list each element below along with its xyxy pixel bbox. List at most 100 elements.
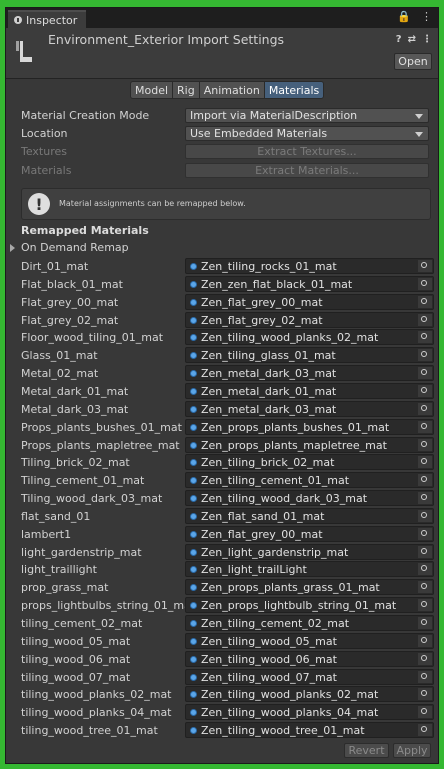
object-picker-icon[interactable] — [418, 634, 432, 647]
material-object-field[interactable]: Zen_props_plants_mapletree_mat — [185, 436, 434, 453]
material-asset-icon — [190, 405, 197, 413]
object-picker-icon[interactable] — [418, 367, 432, 380]
help-icon[interactable]: ? — [396, 34, 402, 45]
material-name: Flat_grey_02_mat — [21, 313, 119, 327]
object-picker-icon[interactable] — [418, 617, 432, 629]
material-object-field[interactable]: Zen_tiling_wood_planks_02_mat — [185, 686, 434, 703]
material-object-field[interactable]: Zen_tiling_cement_02_mat — [185, 615, 434, 631]
material-asset-icon — [190, 423, 197, 431]
material-creation-mode-dropdown[interactable]: Import via MaterialDescription — [185, 108, 429, 123]
material-row: flat_sand_01 Zen_flat_sand_01_mat — [21, 507, 438, 525]
material-row: props_lightbulbs_string_01_mat Zen_props_… — [21, 597, 438, 614]
object-picker-icon[interactable] — [418, 724, 432, 737]
material-row: lambert1 Zen_flat_grey_00_mat — [21, 525, 438, 543]
tab-rig[interactable]: Rig — [172, 81, 200, 99]
object-picker-icon[interactable] — [418, 563, 432, 576]
material-asset-icon — [190, 691, 197, 699]
on-demand-remap-foldout[interactable]: On Demand Remap — [10, 241, 129, 254]
material-asset-icon — [190, 334, 197, 342]
material-object-field[interactable]: Zen_metal_dark_01_mat — [185, 382, 434, 399]
material-object-field[interactable]: Zen_tiling_wood_06_mat — [185, 650, 434, 667]
object-picker-icon[interactable] — [418, 456, 432, 469]
object-picker-icon[interactable] — [418, 492, 432, 505]
object-picker-icon[interactable] — [418, 509, 432, 522]
material-object-field[interactable]: Zen_light_trailLight — [185, 561, 434, 578]
object-picker-icon[interactable] — [418, 688, 432, 701]
object-picker-icon[interactable] — [418, 420, 432, 433]
object-picker-icon[interactable] — [418, 313, 432, 326]
material-name: Props_plants_bushes_01_mat — [21, 420, 182, 434]
object-picker-icon[interactable] — [418, 581, 432, 594]
material-asset-icon — [190, 352, 197, 360]
material-name: Dirt_01_mat — [21, 260, 89, 273]
object-picker-icon[interactable] — [418, 349, 432, 362]
extract-materials-button[interactable]: Extract Materials... — [185, 163, 429, 178]
material-object-field[interactable]: Zen_metal_dark_03_mat — [185, 365, 434, 382]
material-object-field[interactable]: Zen_flat_grey_00_mat — [185, 525, 434, 542]
material-asset-icon — [190, 602, 197, 610]
material-object-field[interactable]: Zen_tiling_glass_01_mat — [185, 347, 434, 364]
object-picker-icon[interactable] — [418, 599, 432, 612]
menu-kebab-icon[interactable]: ⋮ — [422, 34, 432, 45]
lock-icon[interactable]: 🔒 — [397, 10, 411, 23]
material-row: light_traillight Zen_light_trailLight — [21, 561, 438, 578]
tab-materials[interactable]: Materials — [263, 81, 325, 99]
material-object-field[interactable]: Zen_tiling_rocks_01_mat — [185, 258, 434, 274]
material-object-field[interactable]: Zen_props_plants_grass_01_mat — [185, 579, 434, 596]
material-value: Zen_metal_dark_03_mat — [201, 367, 337, 381]
import-tabs: Model Rig Animation Materials — [130, 81, 325, 99]
material-asset-icon — [190, 620, 197, 627]
material-object-field[interactable]: Zen_light_gardenstrip_mat — [185, 543, 434, 560]
material-object-field[interactable]: Zen_tiling_wood_05_mat — [185, 632, 434, 649]
material-object-field[interactable]: Zen_tiling_brick_02_mat — [185, 454, 434, 471]
material-object-field[interactable]: Zen_tiling_cement_01_mat — [185, 472, 434, 489]
material-object-field[interactable]: Zen_tiling_wood_tree_01_mat — [185, 722, 434, 739]
object-picker-icon[interactable] — [418, 474, 432, 487]
object-picker-icon[interactable] — [418, 295, 432, 308]
tab-model[interactable]: Model — [130, 81, 174, 99]
object-picker-icon[interactable] — [418, 260, 432, 272]
material-object-field[interactable]: Zen_flat_grey_00_mat — [185, 293, 434, 310]
material-row: Tiling_wood_dark_03_mat Zen_tiling_wood_d… — [21, 490, 438, 507]
material-object-field[interactable]: Zen_props_lightbulb_string_01_mat — [185, 597, 434, 614]
object-picker-icon[interactable] — [418, 652, 432, 665]
tab-animation[interactable]: Animation — [198, 81, 265, 99]
material-object-field[interactable]: Zen_tiling_wood_planks_04_mat — [185, 704, 434, 721]
material-object-field[interactable]: Zen_props_plants_bushes_01_mat — [185, 418, 434, 435]
menu-kebab-icon[interactable]: ⋮ — [421, 10, 432, 23]
material-object-field[interactable]: Zen_flat_sand_01_mat — [185, 507, 434, 524]
object-picker-icon[interactable] — [418, 402, 432, 415]
material-object-field[interactable]: Zen_tiling_wood_dark_03_mat — [185, 490, 434, 507]
material-asset-icon — [190, 548, 197, 556]
chevron-down-icon — [415, 132, 423, 137]
extract-textures-button[interactable]: Extract Textures... — [185, 144, 429, 159]
tab-inspector[interactable]: Inspector — [8, 10, 86, 28]
material-object-field[interactable]: Zen_tiling_wood_07_mat — [185, 668, 434, 685]
material-creation-mode-value: Import via MaterialDescription — [190, 109, 358, 122]
object-picker-icon[interactable] — [418, 527, 432, 540]
object-picker-icon[interactable] — [418, 331, 432, 344]
material-value: Zen_light_trailLight — [201, 563, 307, 577]
location-dropdown[interactable]: Use Embedded Materials — [185, 126, 429, 141]
apply-button[interactable]: Apply — [393, 743, 431, 758]
material-asset-icon — [190, 530, 197, 538]
material-object-field[interactable]: Zen_tiling_wood_planks_02_mat — [185, 329, 434, 346]
material-object-field[interactable]: Zen_flat_grey_02_mat — [185, 311, 434, 328]
material-object-field[interactable]: Zen_zen_flat_black_01_mat — [185, 275, 434, 292]
object-picker-icon[interactable] — [418, 384, 432, 397]
material-row: tiling_wood_06_mat Zen_tiling_wood_06_mat — [21, 650, 438, 668]
material-value: Zen_tiling_wood_06_mat — [201, 652, 337, 666]
object-picker-icon[interactable] — [418, 706, 432, 719]
material-object-field[interactable]: Zen_metal_dark_03_mat — [185, 400, 434, 417]
tab-actions: 🔒 ⋮ — [397, 10, 432, 23]
object-picker-icon[interactable] — [418, 438, 432, 451]
object-picker-icon[interactable] — [418, 545, 432, 558]
revert-button[interactable]: Revert — [344, 743, 389, 758]
object-picker-icon[interactable] — [418, 670, 432, 683]
presets-icon[interactable]: ⇄ — [408, 34, 416, 45]
open-button[interactable]: Open — [394, 53, 432, 70]
object-picker-icon[interactable] — [418, 277, 432, 290]
material-value: Zen_props_plants_grass_01_mat — [201, 581, 380, 595]
material-value: Zen_zen_flat_black_01_mat — [201, 277, 353, 291]
divider — [6, 78, 438, 79]
